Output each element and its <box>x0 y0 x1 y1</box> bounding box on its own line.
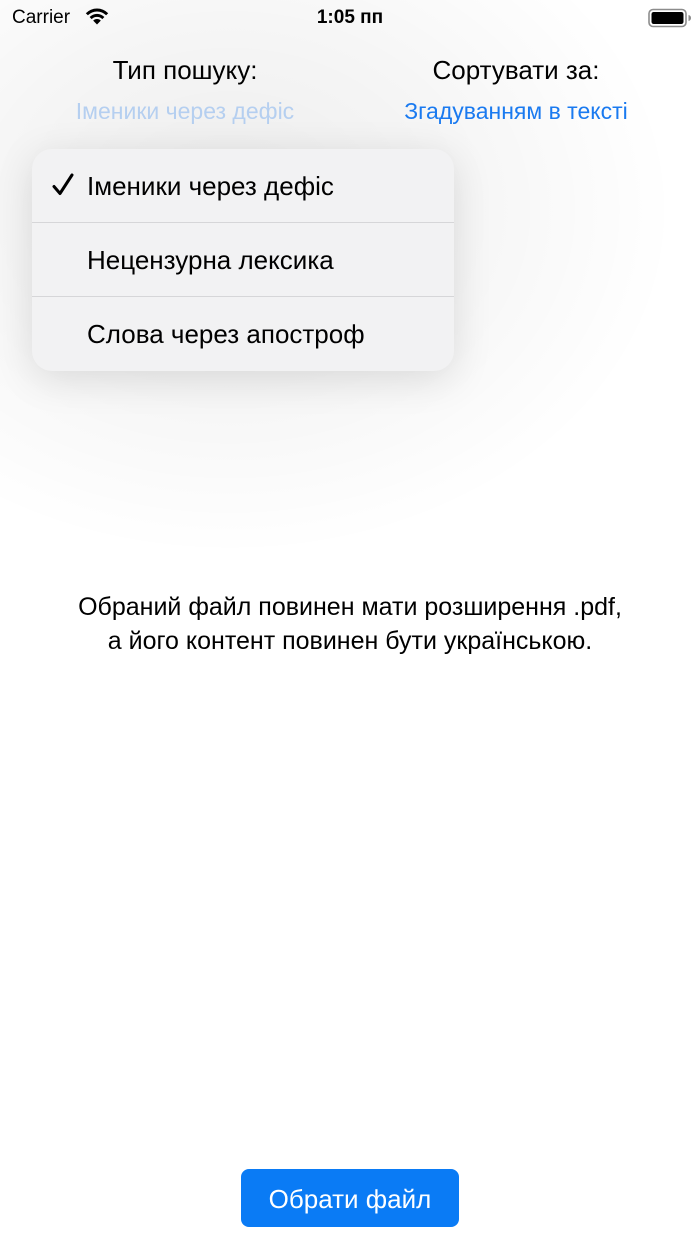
sort-picker-button[interactable]: Згадуванням в тексті <box>372 98 660 125</box>
file-requirements-line-1: Обраний файл повинен мати розширення .pd… <box>78 593 622 621</box>
menu-item-label: Нецензурна лексика <box>87 245 334 275</box>
choose-file-button[interactable]: Обрати файл <box>241 1169 459 1227</box>
menu-item-label: Слова через апостроф <box>87 319 365 349</box>
menu-item-apostrophe-words[interactable]: Слова через апостроф <box>32 297 454 371</box>
checkmark-icon <box>52 173 74 195</box>
search-type-label: Тип пошуку: <box>112 55 258 85</box>
menu-item-label: Іменики через дефіс <box>87 171 334 201</box>
battery-icon <box>648 8 691 28</box>
app-screen: Carrier 1:05 пп Тип пошуку: Сортувати за… <box>0 0 700 1244</box>
sort-label: Сортувати за: <box>432 55 600 85</box>
search-type-picker-button[interactable]: Іменики через дефіс <box>40 98 330 125</box>
status-time: 1:05 пп <box>316 7 384 28</box>
file-requirements-line-2: а його контент повинен бути українською. <box>107 627 593 655</box>
status-bar: Carrier 1:05 пп <box>0 0 700 36</box>
menu-item-hyphenated-nouns[interactable]: Іменики через дефіс <box>32 149 454 223</box>
search-type-menu: Іменики через дефіс Нецензурна лексика С… <box>32 149 454 371</box>
menu-item-profanity[interactable]: Нецензурна лексика <box>32 223 454 297</box>
file-requirements-text: Обраний файл повинен мати розширення .pd… <box>0 590 700 658</box>
